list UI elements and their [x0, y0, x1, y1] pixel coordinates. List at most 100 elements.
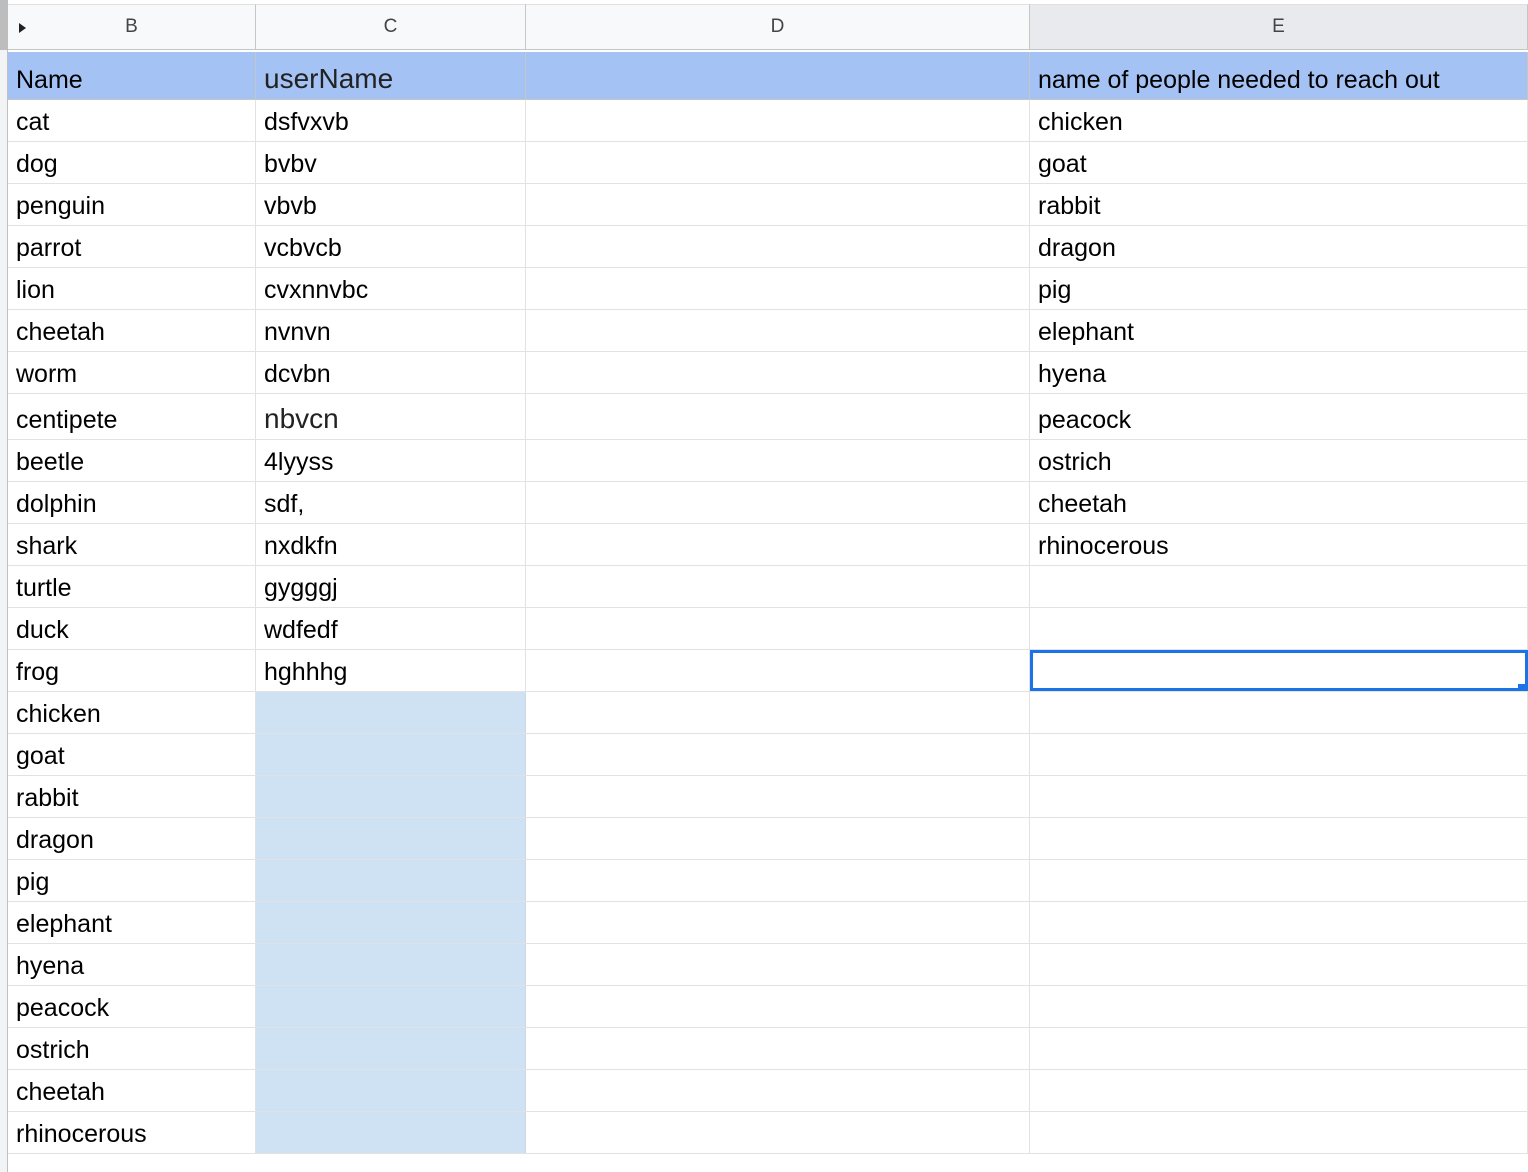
cell-e[interactable]: [1030, 566, 1528, 607]
cell-b[interactable]: cheetah: [8, 310, 256, 351]
cell-c[interactable]: [256, 818, 526, 859]
cell-b[interactable]: dolphin: [8, 482, 256, 523]
cell-e[interactable]: ostrich: [1030, 440, 1528, 481]
column-header-e[interactable]: E: [1030, 4, 1528, 50]
cell-c[interactable]: cvxnnvbc: [256, 268, 526, 309]
cell-c[interactable]: gygggj: [256, 566, 526, 607]
cell-e[interactable]: [1030, 692, 1528, 733]
cell-e[interactable]: pig: [1030, 268, 1528, 309]
cell-e[interactable]: [1030, 608, 1528, 649]
cell-b[interactable]: elephant: [8, 902, 256, 943]
cell-d[interactable]: [526, 566, 1030, 607]
cell-b[interactable]: cat: [8, 100, 256, 141]
expand-arrow-icon[interactable]: [12, 18, 32, 38]
cell-c[interactable]: [256, 1112, 526, 1153]
cell-c[interactable]: nbvcn: [256, 394, 526, 439]
cell-c[interactable]: [256, 944, 526, 985]
cell-b[interactable]: ostrich: [8, 1028, 256, 1069]
fill-handle[interactable]: [1517, 683, 1525, 688]
cell-e[interactable]: chicken: [1030, 100, 1528, 141]
cell-e[interactable]: [1030, 944, 1528, 985]
cell-e[interactable]: rhinocerous: [1030, 524, 1528, 565]
cell-d[interactable]: [526, 734, 1030, 775]
cell-b[interactable]: duck: [8, 608, 256, 649]
cell-d[interactable]: [526, 268, 1030, 309]
column-header-b[interactable]: B: [8, 4, 256, 50]
cell-b[interactable]: frog: [8, 650, 256, 691]
cell-e[interactable]: goat: [1030, 142, 1528, 183]
cell-b[interactable]: centipete: [8, 394, 256, 439]
cell-b[interactable]: parrot: [8, 226, 256, 267]
cell-b[interactable]: hyena: [8, 944, 256, 985]
cell-b[interactable]: penguin: [8, 184, 256, 225]
cell-d[interactable]: [526, 650, 1030, 691]
cell-d[interactable]: [526, 142, 1030, 183]
cell-c[interactable]: sdf,: [256, 482, 526, 523]
cell-b[interactable]: pig: [8, 860, 256, 901]
cell-d[interactable]: [526, 860, 1030, 901]
cell-b[interactable]: rabbit: [8, 776, 256, 817]
cell-b[interactable]: peacock: [8, 986, 256, 1027]
cell-c[interactable]: [256, 986, 526, 1027]
cell-d[interactable]: [526, 692, 1030, 733]
cell-e[interactable]: name of people needed to reach out: [1030, 52, 1528, 99]
cell-e[interactable]: [1030, 1112, 1528, 1153]
cell-d[interactable]: [526, 52, 1030, 99]
cell-d[interactable]: [526, 1070, 1030, 1111]
cell-c[interactable]: dsfvxvb: [256, 100, 526, 141]
cell-b[interactable]: chicken: [8, 692, 256, 733]
column-header-d[interactable]: D: [526, 4, 1030, 50]
cell-d[interactable]: [526, 482, 1030, 523]
cell-d[interactable]: [526, 226, 1030, 267]
cell-c[interactable]: [256, 692, 526, 733]
cell-e[interactable]: peacock: [1030, 394, 1528, 439]
cell-b[interactable]: cheetah: [8, 1070, 256, 1111]
cell-e[interactable]: [1030, 734, 1528, 775]
cell-b[interactable]: dog: [8, 142, 256, 183]
cell-d[interactable]: [526, 776, 1030, 817]
cell-e[interactable]: rabbit: [1030, 184, 1528, 225]
cell-e[interactable]: [1030, 776, 1528, 817]
cell-d[interactable]: [526, 608, 1030, 649]
cell-d[interactable]: [526, 100, 1030, 141]
cell-d[interactable]: [526, 394, 1030, 439]
cell-c[interactable]: hghhhg: [256, 650, 526, 691]
select-all-corner[interactable]: [0, 0, 8, 50]
cell-d[interactable]: [526, 902, 1030, 943]
column-header-c[interactable]: C: [256, 4, 526, 50]
cell-d[interactable]: [526, 310, 1030, 351]
cell-c[interactable]: bvbv: [256, 142, 526, 183]
cell-c[interactable]: [256, 1070, 526, 1111]
cell-c[interactable]: nxdkfn: [256, 524, 526, 565]
cell-b[interactable]: lion: [8, 268, 256, 309]
cell-d[interactable]: [526, 1028, 1030, 1069]
cell-c[interactable]: userName: [256, 52, 526, 99]
cell-b[interactable]: turtle: [8, 566, 256, 607]
cell-e[interactable]: hyena: [1030, 352, 1528, 393]
cell-c[interactable]: [256, 860, 526, 901]
cell-d[interactable]: [526, 986, 1030, 1027]
cell-e[interactable]: [1030, 986, 1528, 1027]
cell-e[interactable]: [1030, 860, 1528, 901]
cell-c[interactable]: [256, 902, 526, 943]
cell-e[interactable]: dragon: [1030, 226, 1528, 267]
cell-d[interactable]: [526, 440, 1030, 481]
cell-d[interactable]: [526, 184, 1030, 225]
cell-e[interactable]: [1030, 1070, 1528, 1111]
cell-b[interactable]: shark: [8, 524, 256, 565]
cell-e[interactable]: cheetah: [1030, 482, 1528, 523]
cell-d[interactable]: [526, 944, 1030, 985]
cell-c[interactable]: vcbvcb: [256, 226, 526, 267]
cell-e[interactable]: elephant: [1030, 310, 1528, 351]
cell-e[interactable]: [1030, 818, 1528, 859]
cell-c[interactable]: [256, 776, 526, 817]
cell-c[interactable]: nvnvn: [256, 310, 526, 351]
cell-d[interactable]: [526, 524, 1030, 565]
cell-e[interactable]: [1030, 902, 1528, 943]
cell-c[interactable]: 4lyyss: [256, 440, 526, 481]
cell-d[interactable]: [526, 352, 1030, 393]
cell-b[interactable]: Name: [8, 52, 256, 99]
cell-d[interactable]: [526, 1112, 1030, 1153]
cell-b[interactable]: worm: [8, 352, 256, 393]
cell-b[interactable]: beetle: [8, 440, 256, 481]
